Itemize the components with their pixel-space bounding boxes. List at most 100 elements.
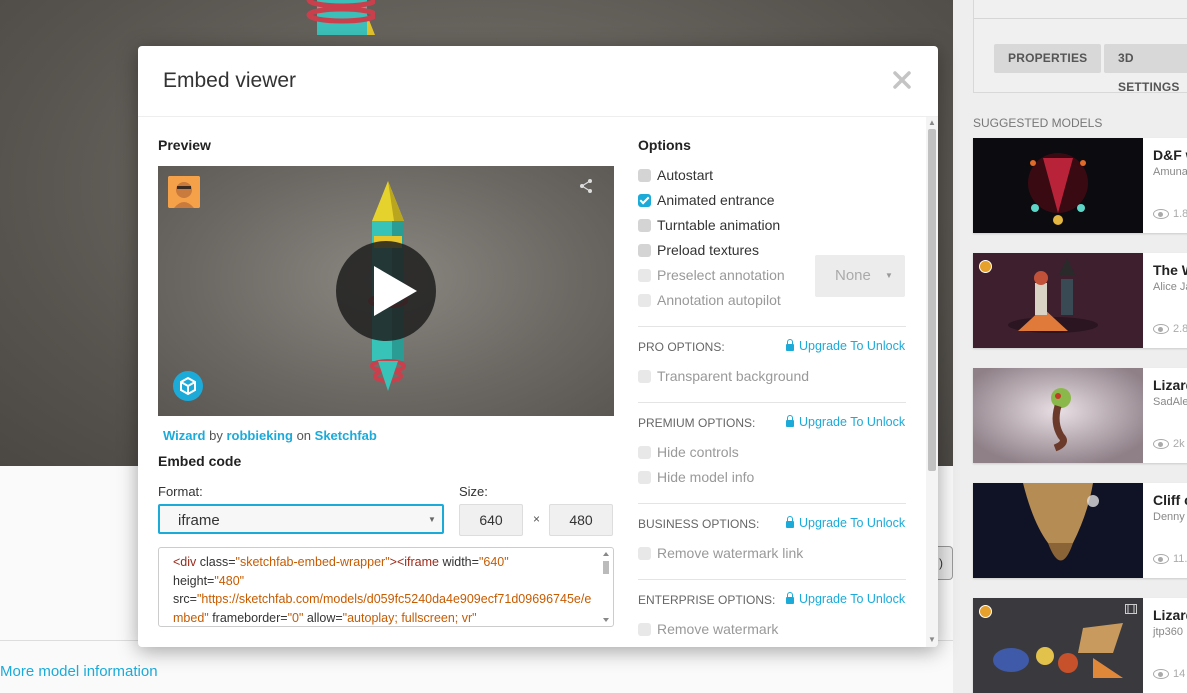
- preselect-annotation-checkbox[interactable]: [638, 269, 651, 282]
- chevron-down-icon: ▼: [428, 515, 436, 524]
- modal-title: Embed viewer: [163, 69, 297, 92]
- embed-viewer-modal: Embed viewer Preview Wizard by robbiekin…: [138, 46, 938, 647]
- turntable-animation-checkbox[interactable]: [638, 219, 651, 232]
- suggested-model-title[interactable]: Cliff c: [1153, 492, 1187, 508]
- embed-code-text: <div class="sketchfab-embed-wrapper"><if…: [173, 555, 592, 625]
- suggested-model-views: 2k: [1153, 438, 1185, 450]
- eye-icon: [1153, 324, 1169, 335]
- enterprise-upgrade-link[interactable]: Upgrade To Unlock: [786, 592, 905, 606]
- business-options-heading: BUSINESS OPTIONS:: [638, 517, 760, 531]
- annotation-select-value: None: [835, 267, 871, 284]
- staff-pick-badge-icon: [979, 260, 992, 273]
- business-upgrade-link[interactable]: Upgrade To Unlock: [786, 516, 905, 530]
- suggested-model-card[interactable]: Lizard SadAle 2k: [973, 368, 1187, 463]
- suggested-model-author[interactable]: jtp360: [1153, 626, 1183, 638]
- preview-heading: Preview: [158, 137, 211, 153]
- suggested-model-thumbnail[interactable]: [973, 483, 1143, 578]
- scroll-up-arrow-icon[interactable]: ▲: [927, 118, 937, 128]
- autostart-checkbox[interactable]: [638, 169, 651, 182]
- viewer-preview[interactable]: [158, 166, 614, 416]
- suggested-model-title[interactable]: D&F w: [1153, 147, 1187, 163]
- suggested-model-thumbnail[interactable]: [973, 598, 1143, 693]
- animated-entrance-checkbox[interactable]: [638, 194, 651, 207]
- divider: [638, 503, 906, 504]
- height-input[interactable]: 480: [549, 504, 613, 536]
- credit-by: by: [209, 428, 223, 443]
- play-button[interactable]: [336, 241, 436, 341]
- suggested-model-author[interactable]: Amuna: [1153, 166, 1187, 178]
- sketchfab-link[interactable]: Sketchfab: [315, 428, 377, 443]
- divider: [638, 402, 906, 403]
- embed-code-textarea[interactable]: <div class="sketchfab-embed-wrapper"><if…: [158, 547, 614, 627]
- divider: [638, 579, 906, 580]
- lock-icon: [786, 415, 794, 427]
- suggested-model-author[interactable]: Denny: [1153, 511, 1185, 523]
- lock-icon: [786, 339, 794, 351]
- suggested-model-title[interactable]: Lizard: [1153, 377, 1187, 393]
- pro-options-heading: PRO OPTIONS:: [638, 340, 725, 354]
- hide-controls-checkbox[interactable]: [638, 446, 651, 459]
- background-model-fragment: [306, 0, 375, 35]
- suggested-model-views: 11.: [1153, 553, 1187, 565]
- suggested-model-card[interactable]: D&F w Amuna 1.8: [973, 138, 1187, 233]
- suggested-model-card[interactable]: Cliff c Denny 11.: [973, 483, 1187, 578]
- suggested-model-author[interactable]: Alice Ja: [1153, 281, 1187, 293]
- tab-3d-settings[interactable]: 3D SETTINGS: [1104, 44, 1187, 94]
- suggested-model-author[interactable]: SadAle: [1153, 396, 1187, 408]
- modal-header: Embed viewer: [138, 46, 938, 117]
- play-icon: [374, 266, 417, 316]
- sketchfab-logo-icon[interactable]: [173, 371, 203, 401]
- suggested-model-thumbnail[interactable]: [973, 253, 1143, 348]
- size-label: Size:: [459, 484, 488, 499]
- annotation-select[interactable]: None ▼: [815, 255, 905, 297]
- preload-textures-checkbox[interactable]: [638, 244, 651, 257]
- suggested-model-card[interactable]: The W Alice Ja 2.8: [973, 253, 1187, 348]
- model-link[interactable]: Wizard: [163, 428, 206, 443]
- film-icon: [1125, 604, 1137, 614]
- eye-icon: [1153, 209, 1169, 220]
- more-model-information-link[interactable]: More model information: [0, 663, 158, 680]
- size-separator: ×: [533, 512, 541, 526]
- author-avatar[interactable]: [168, 176, 200, 208]
- suggested-model-thumbnail[interactable]: [973, 138, 1143, 233]
- suggested-model-title[interactable]: The W: [1153, 262, 1187, 278]
- chevron-down-icon: ▼: [885, 271, 893, 280]
- remove-watermark-link-checkbox[interactable]: [638, 547, 651, 560]
- modal-body: Preview Wizard by robbieking on Sketchfa…: [158, 137, 906, 637]
- model-credit: Wizard by robbieking on Sketchfab: [163, 428, 377, 443]
- width-input[interactable]: 640: [459, 504, 523, 536]
- share-icon[interactable]: [578, 178, 594, 194]
- eye-icon: [1153, 669, 1169, 680]
- scroll-down-arrow-icon[interactable]: ▼: [927, 635, 937, 645]
- premium-upgrade-link[interactable]: Upgrade To Unlock: [786, 415, 905, 429]
- premium-options-heading: PREMIUM OPTIONS:: [638, 416, 756, 430]
- divider: [638, 326, 906, 327]
- embed-code-heading: Embed code: [158, 453, 242, 469]
- modal-scrollbar-thumb[interactable]: [928, 129, 936, 471]
- pro-upgrade-link[interactable]: Upgrade To Unlock: [786, 339, 905, 353]
- lock-icon: [786, 516, 794, 528]
- options-heading: Options: [638, 137, 691, 153]
- suggested-model-card[interactable]: Lizard jtp360 14: [973, 598, 1187, 693]
- suggested-model-views: 2.8: [1153, 323, 1187, 335]
- credit-on: on: [296, 428, 312, 443]
- lock-icon: [786, 592, 794, 604]
- suggested-model-thumbnail[interactable]: [973, 368, 1143, 463]
- close-icon[interactable]: [890, 68, 914, 92]
- suggested-model-views: 14: [1153, 668, 1185, 680]
- annotation-autopilot-checkbox[interactable]: [638, 294, 651, 307]
- transparent-background-checkbox[interactable]: [638, 370, 651, 383]
- code-scrollbar[interactable]: [601, 550, 611, 624]
- staff-pick-badge-icon: [979, 605, 992, 618]
- enterprise-options-heading: ENTERPRISE OPTIONS:: [638, 593, 776, 607]
- eye-icon: [1153, 439, 1169, 450]
- suggested-model-views: 1.8: [1153, 208, 1187, 220]
- remove-watermark-checkbox[interactable]: [638, 623, 651, 636]
- suggested-models-heading: SUGGESTED MODELS: [973, 116, 1103, 130]
- hide-model-info-checkbox[interactable]: [638, 471, 651, 484]
- tab-properties[interactable]: PROPERTIES: [994, 44, 1102, 73]
- format-select[interactable]: iframe ▼: [158, 504, 444, 534]
- format-select-value: iframe: [178, 512, 220, 529]
- author-link[interactable]: robbieking: [226, 428, 292, 443]
- suggested-model-title[interactable]: Lizard: [1153, 607, 1187, 623]
